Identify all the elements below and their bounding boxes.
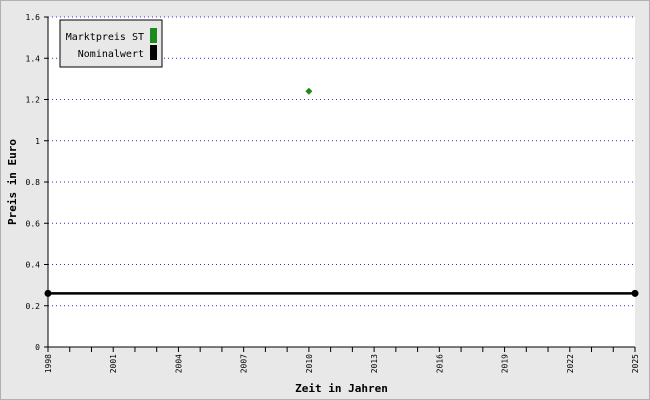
chart: 1998 2001 2004 2007 2010 2013 2016 2019 2022 2025…: [0, 0, 650, 400]
x-tick-label: 2022: [566, 354, 575, 373]
y-tick-label: 0.2: [26, 302, 41, 311]
x-tick-label: 2010: [305, 354, 314, 373]
x-axis-title: Zeit in Jahren: [295, 382, 388, 395]
y-tick-label: 0.4: [26, 261, 41, 270]
y-axis-title: Preis in Euro: [6, 139, 19, 225]
legend-swatch-marktpreis: [150, 28, 157, 43]
x-tick-label: 2016: [435, 354, 444, 373]
series-endpoint: [631, 289, 639, 297]
legend-swatch-nominalwert: [150, 45, 157, 60]
x-tick-label: 2013: [370, 354, 379, 373]
y-tick-label: 1.2: [26, 96, 41, 105]
legend: Marktpreis ST Nominalwert: [59, 19, 163, 68]
y-tick-label: 0.6: [26, 219, 41, 228]
x-tick-label: 2019: [501, 354, 510, 373]
y-tick-label: 1.6: [26, 13, 41, 22]
series-endpoint: [44, 289, 52, 297]
y-tick-label: 0.8: [26, 178, 41, 187]
y-tick-label: 1: [35, 137, 40, 146]
x-tick-label: 2004: [174, 354, 183, 373]
x-tick-label: 2007: [240, 354, 249, 373]
y-tick-label: 1.4: [26, 54, 41, 63]
x-tick-label: 2001: [109, 354, 118, 373]
y-tick-label: 0: [35, 343, 40, 352]
legend-label-nominalwert: Nominalwert: [78, 49, 144, 60]
legend-label-marktpreis: Marktpreis ST: [66, 32, 144, 43]
x-tick-label: 1998: [44, 354, 53, 373]
x-tick-label: 2025: [631, 354, 640, 373]
